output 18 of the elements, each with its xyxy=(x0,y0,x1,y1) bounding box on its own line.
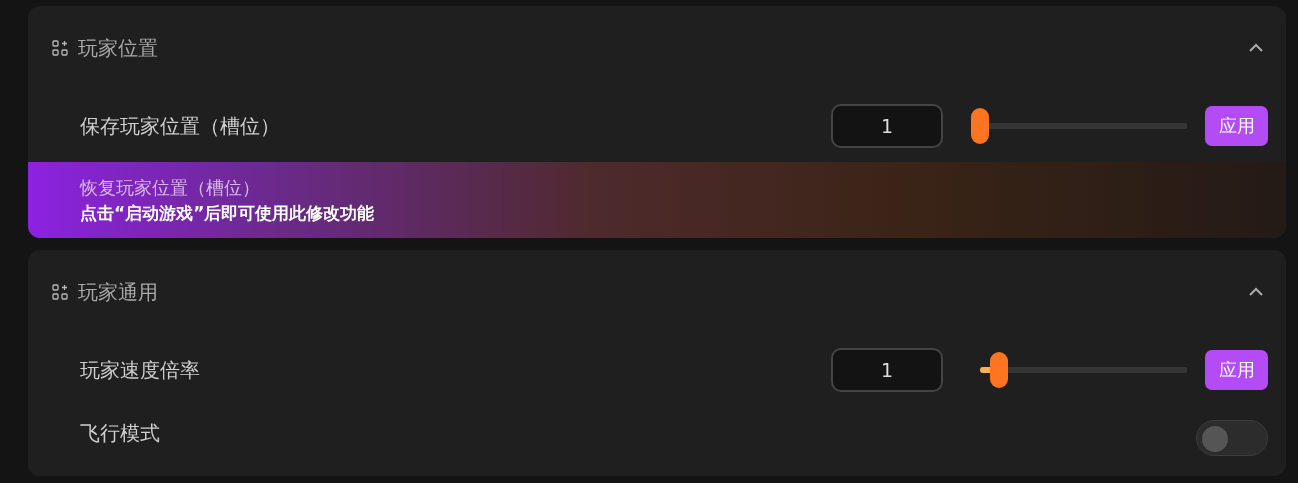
chevron-icon[interactable] xyxy=(1248,287,1264,297)
number-field[interactable]: 1 xyxy=(831,348,943,392)
setting-label: 飞行模式 xyxy=(80,420,161,447)
number-field[interactable]: 1 xyxy=(831,104,943,148)
notice-text: 点击“启动游戏”后即可使用此修改功能 xyxy=(80,201,375,225)
setting-label: 恢复玩家位置（槽位） xyxy=(80,175,260,200)
toggle-switch[interactable] xyxy=(1196,420,1268,456)
setting-label: 玩家速度倍率 xyxy=(80,356,201,384)
section-title: 玩家通用 xyxy=(78,278,159,306)
apps-icon xyxy=(52,284,68,300)
section-title: 玩家位置 xyxy=(78,34,159,62)
slider-thumb[interactable] xyxy=(971,108,989,144)
apply-button[interactable]: 应用 xyxy=(1205,350,1268,390)
slider-thumb[interactable] xyxy=(989,352,1008,388)
apply-button[interactable]: 应用 xyxy=(1205,106,1268,146)
apps-icon xyxy=(52,40,68,56)
chevron-icon[interactable] xyxy=(1248,43,1264,53)
setting-label: 保存玩家位置（槽位） xyxy=(80,112,281,140)
